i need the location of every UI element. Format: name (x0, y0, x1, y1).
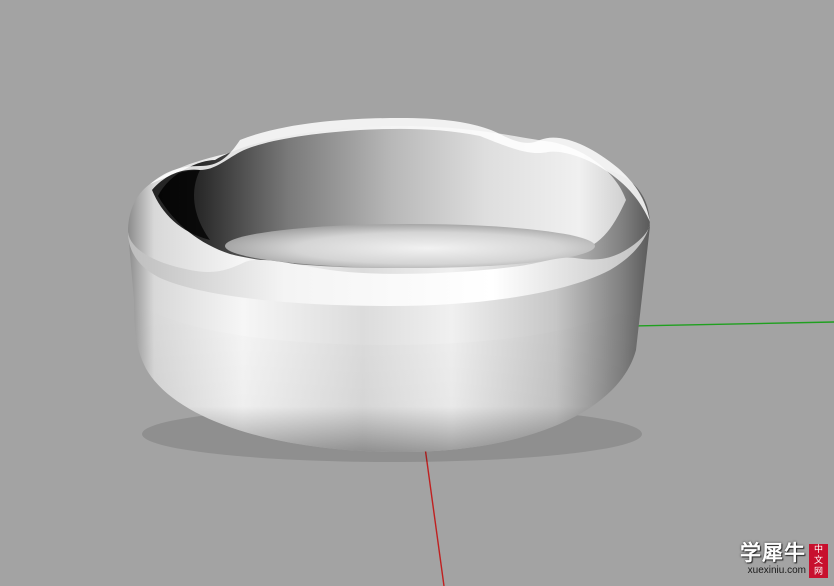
watermark-seal: 中 文 网 (809, 544, 828, 578)
watermark-logo: 学犀牛 xuexiniu.com 中 文 网 (740, 542, 828, 578)
ashtray-model[interactable] (128, 118, 650, 462)
ashtray-inner-floor (225, 224, 595, 268)
watermark-title: 学犀牛 (740, 540, 806, 565)
3d-viewport[interactable] (0, 0, 834, 586)
viewport-canvas[interactable] (0, 0, 834, 586)
watermark-url: xuexiniu.com (747, 565, 806, 576)
